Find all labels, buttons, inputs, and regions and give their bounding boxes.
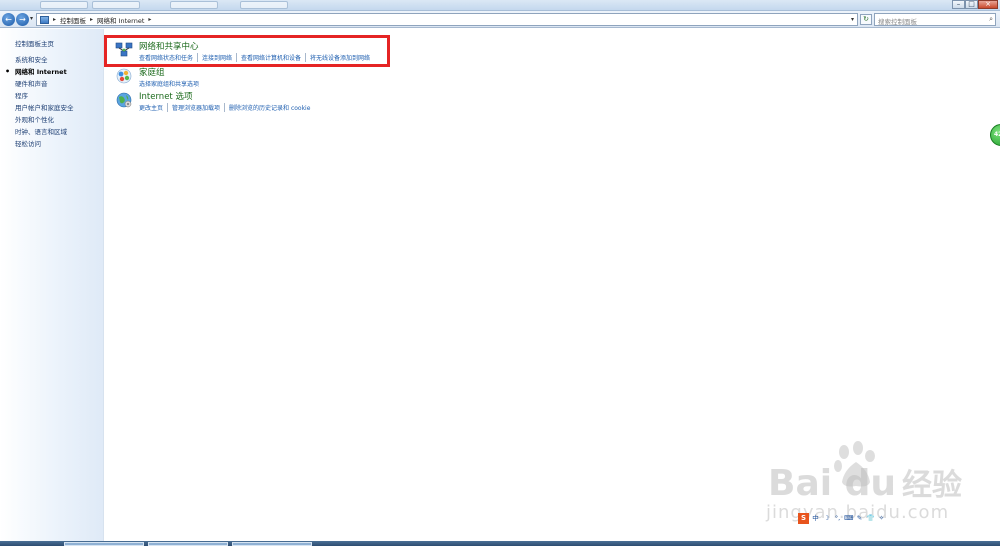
address-dropdown-icon[interactable]: ▾: [851, 16, 854, 23]
ime-handwrite-icon[interactable]: ✎: [855, 514, 864, 523]
category-title[interactable]: Internet 选项: [139, 90, 314, 102]
navigation-bar: ← → ▾ ▸ 控制面板 ▸ 网络和 Internet ▸ ▾ ↻ 搜索控制面板…: [0, 11, 1000, 28]
maximize-button[interactable]: □: [965, 0, 978, 9]
taskbar-button[interactable]: [64, 542, 144, 546]
sidebar-item-hardware-sound[interactable]: 硬件和声音: [0, 78, 103, 90]
category-links: 选择家庭组和共享选项: [139, 79, 203, 88]
category-links: 更改主页 管理浏览器加载项 删除浏览的历史记录和 cookie: [139, 103, 314, 112]
address-bar[interactable]: ▸ 控制面板 ▸ 网络和 Internet ▸ ▾: [36, 13, 858, 26]
ime-toolbar: S 中 ☽ °, ⌨ ✎ 👕 ✧: [798, 513, 886, 524]
ime-keyboard-icon[interactable]: ⌨: [844, 514, 853, 523]
window-title-bar: – □ ×: [0, 0, 1000, 11]
baidu-paw-icon: [834, 441, 875, 487]
title-tab[interactable]: [170, 1, 218, 9]
refresh-button[interactable]: ↻: [860, 14, 872, 25]
close-button[interactable]: ×: [978, 0, 998, 9]
sidebar-item-appearance[interactable]: 外观和个性化: [0, 114, 103, 126]
ime-punctuation-icon[interactable]: °,: [833, 514, 842, 523]
sidebar-item-ease-of-access[interactable]: 轻松访问: [0, 138, 103, 150]
link-delete-history-cookies[interactable]: 删除浏览的历史记录和 cookie: [224, 103, 314, 112]
ime-chinese-mode-button[interactable]: 中: [811, 514, 820, 523]
category-homegroup: 家庭组 选择家庭组和共享选项: [115, 66, 203, 88]
sidebar-item-clock-language[interactable]: 时钟、语言和区域: [0, 126, 103, 138]
breadcrumb-arrow-icon[interactable]: ▸: [90, 16, 93, 23]
search-input[interactable]: 搜索控制面板 ⌕: [874, 13, 996, 26]
watermark-cn: 经验: [902, 468, 963, 503]
forward-button[interactable]: →: [16, 13, 29, 26]
minimize-button[interactable]: –: [952, 0, 965, 9]
taskbar: [0, 541, 1000, 546]
sidebar-item-user-accounts[interactable]: 用户帐户和家庭安全: [0, 102, 103, 114]
back-button[interactable]: ←: [2, 13, 15, 26]
taskbar-button[interactable]: [232, 542, 312, 546]
ime-tools-icon[interactable]: ✧: [877, 514, 886, 523]
homegroup-icon: [115, 67, 133, 85]
sidebar-item-network-internet[interactable]: 网络和 Internet: [0, 66, 103, 78]
sidebar-item-home[interactable]: 控制面板主页: [0, 38, 103, 50]
sogou-logo-icon[interactable]: S: [798, 513, 809, 524]
search-icon[interactable]: ⌕: [989, 15, 993, 24]
breadcrumb-arrow-icon[interactable]: ▸: [53, 16, 56, 23]
window-controls: – □ ×: [952, 0, 998, 9]
highlight-annotation-box: [104, 35, 390, 67]
link-manage-addons[interactable]: 管理浏览器加载项: [167, 103, 224, 112]
ime-skin-icon[interactable]: 👕: [866, 514, 875, 523]
control-panel-icon: [40, 15, 49, 24]
category-internet-options: Internet 选项 更改主页 管理浏览器加载项 删除浏览的历史记录和 coo…: [115, 90, 314, 112]
internet-options-icon: [115, 91, 133, 109]
title-tab[interactable]: [40, 1, 88, 9]
breadcrumb-network-internet[interactable]: 网络和 Internet: [97, 15, 144, 25]
sidebar: 控制面板主页 系统和安全 网络和 Internet 硬件和声音 程序 用户帐户和…: [0, 29, 104, 541]
sidebar-item-system-security[interactable]: 系统和安全: [0, 54, 103, 66]
title-tab[interactable]: [92, 1, 140, 9]
link-homegroup-options[interactable]: 选择家庭组和共享选项: [139, 79, 203, 88]
ime-moon-icon[interactable]: ☽: [822, 514, 831, 523]
search-placeholder: 搜索控制面板: [878, 18, 917, 26]
link-change-home-page[interactable]: 更改主页: [139, 103, 167, 112]
recent-pages-dropdown-icon[interactable]: ▾: [30, 15, 33, 22]
title-tab[interactable]: [240, 1, 288, 9]
category-title[interactable]: 家庭组: [139, 66, 203, 78]
breadcrumb-control-panel[interactable]: 控制面板: [60, 15, 86, 25]
taskbar-button[interactable]: [148, 542, 228, 546]
breadcrumb-arrow-icon[interactable]: ▸: [148, 16, 151, 23]
sidebar-item-programs[interactable]: 程序: [0, 90, 103, 102]
